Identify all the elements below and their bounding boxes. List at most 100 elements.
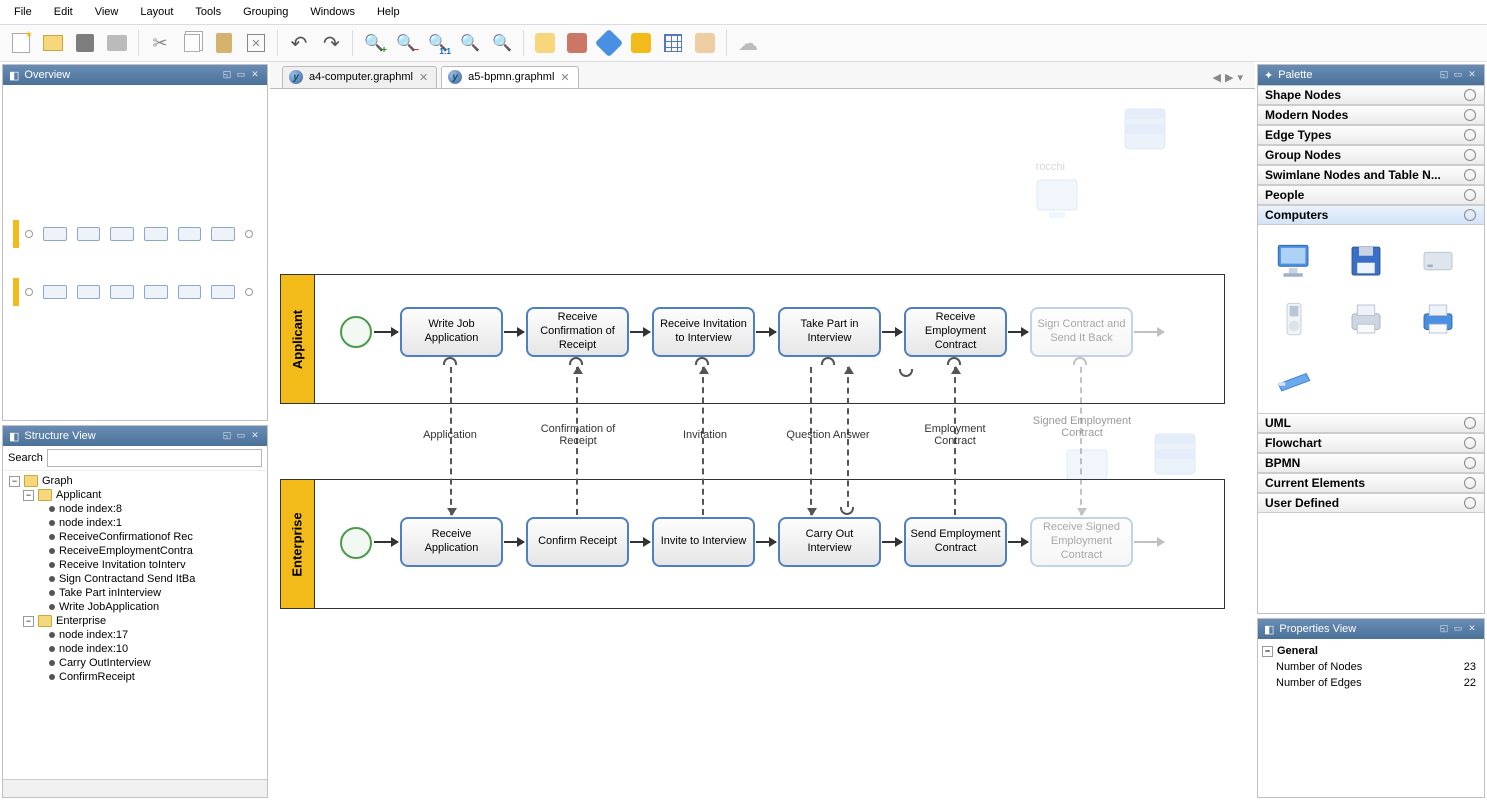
- sequence-flow[interactable]: [1008, 331, 1028, 333]
- structure-search-input[interactable]: [47, 449, 262, 467]
- selection-mode-button[interactable]: [530, 28, 560, 58]
- sequence-flow[interactable]: [756, 331, 776, 333]
- edit-mode-button[interactable]: [562, 28, 592, 58]
- tree-group-enterprise[interactable]: −Enterprise: [19, 614, 265, 628]
- palette-group-current-elements[interactable]: Current Elements: [1258, 473, 1484, 493]
- menu-edit[interactable]: Edit: [44, 2, 83, 22]
- palette-item-floppy[interactable]: [1340, 237, 1392, 285]
- panel-close-button[interactable]: ✕: [1466, 623, 1478, 635]
- structure-header[interactable]: ◧ Structure View ◱ ▭ ✕: [3, 426, 267, 446]
- diagram-canvas[interactable]: rocchi klotz schnucki Applicant Write Jo…: [270, 89, 1255, 800]
- tab-next-button[interactable]: ▶: [1225, 71, 1233, 84]
- panel-float-button[interactable]: ◱: [1438, 623, 1450, 635]
- sequence-flow[interactable]: [1134, 541, 1164, 543]
- palette-item-ipod[interactable]: [1268, 295, 1320, 343]
- palette-group-shape-nodes[interactable]: Shape Nodes: [1258, 85, 1484, 105]
- navigation-button[interactable]: [594, 28, 624, 58]
- intermediate-event-icon[interactable]: [569, 357, 583, 365]
- sequence-flow[interactable]: [1008, 541, 1028, 543]
- save-button[interactable]: [70, 28, 100, 58]
- intermediate-event-icon[interactable]: [695, 357, 709, 365]
- task-receive-invitation-interview[interactable]: Receive Invitation to Interview: [652, 307, 755, 357]
- palette-item-printer-gray[interactable]: [1340, 295, 1392, 343]
- start-event-enterprise[interactable]: [340, 527, 372, 559]
- palette-group-modern-nodes[interactable]: Modern Nodes: [1258, 105, 1484, 125]
- task-carry-out-interview[interactable]: Carry Out Interview: [778, 517, 881, 567]
- tree-node[interactable]: Sign Contractand Send ItBa: [45, 572, 265, 586]
- palette-group-bpmn[interactable]: BPMN: [1258, 453, 1484, 473]
- task-receive-signed-contract[interactable]: Receive Signed Employment Contract: [1030, 517, 1133, 567]
- panel-float-button[interactable]: ◱: [221, 69, 233, 81]
- palette-item-printer-color[interactable]: [1412, 295, 1464, 343]
- paste-button[interactable]: [209, 28, 239, 58]
- intermediate-event-icon[interactable]: [1073, 357, 1087, 365]
- sequence-flow[interactable]: [756, 541, 776, 543]
- panel-close-button[interactable]: ✕: [249, 430, 261, 442]
- intermediate-event-icon[interactable]: [947, 357, 961, 365]
- tab-a5-bpmn[interactable]: y a5-bpmn.graphml ✕: [441, 66, 578, 88]
- task-take-part-interview[interactable]: Take Part in Interview: [778, 307, 881, 357]
- overview-body[interactable]: [3, 85, 267, 420]
- panel-min-button[interactable]: ▭: [235, 430, 247, 442]
- message-flow[interactable]: [810, 367, 812, 515]
- sequence-flow[interactable]: [630, 331, 650, 333]
- sequence-flow[interactable]: [882, 331, 902, 333]
- open-button[interactable]: [38, 28, 68, 58]
- overview-header[interactable]: ◧ Overview ◱ ▭ ✕: [3, 65, 267, 85]
- grid-button[interactable]: [658, 28, 688, 58]
- palette-group-flowchart[interactable]: Flowchart: [1258, 433, 1484, 453]
- properties-section-general[interactable]: −General: [1262, 643, 1480, 659]
- tree-node[interactable]: ReceiveEmploymentContra: [45, 544, 265, 558]
- export-button[interactable]: [102, 28, 132, 58]
- tab-close-button[interactable]: ✕: [560, 71, 569, 84]
- palette-group-computers[interactable]: Computers: [1258, 205, 1484, 225]
- palette-item-harddrive[interactable]: [1412, 237, 1464, 285]
- menu-windows[interactable]: Windows: [300, 2, 365, 22]
- menu-layout[interactable]: Layout: [130, 2, 183, 22]
- message-flow[interactable]: [702, 367, 704, 515]
- structure-tree[interactable]: −Graph −Applicant node index:8 node inde…: [3, 471, 267, 779]
- sequence-flow[interactable]: [1134, 331, 1164, 333]
- palette-group-group-nodes[interactable]: Group Nodes: [1258, 145, 1484, 165]
- label-align-button[interactable]: [690, 28, 720, 58]
- tree-node[interactable]: node index:17: [45, 628, 265, 642]
- structure-scrollbar[interactable]: [3, 779, 267, 797]
- palette-group-user-defined[interactable]: User Defined: [1258, 493, 1484, 513]
- sequence-flow[interactable]: [374, 541, 398, 543]
- palette-header[interactable]: ✦ Palette ◱ ▭ ✕: [1258, 65, 1484, 85]
- tree-root[interactable]: −Graph: [5, 474, 265, 488]
- zoom-fit-button[interactable]: 🔍: [487, 28, 517, 58]
- task-receive-application[interactable]: Receive Application: [400, 517, 503, 567]
- menu-tools[interactable]: Tools: [185, 2, 231, 22]
- task-sign-contract-send-back[interactable]: Sign Contract and Send It Back: [1030, 307, 1133, 357]
- tree-node[interactable]: Receive Invitation toInterv: [45, 558, 265, 572]
- tree-node[interactable]: node index:1: [45, 516, 265, 530]
- zoom-in-button[interactable]: 🔍+: [359, 28, 389, 58]
- tree-node[interactable]: ConfirmReceipt: [45, 670, 265, 684]
- zoom-1to1-button[interactable]: 🔍1:1: [423, 28, 453, 58]
- tree-node[interactable]: Write JobApplication: [45, 600, 265, 614]
- tree-group-applicant[interactable]: −Applicant: [19, 488, 265, 502]
- sequence-flow[interactable]: [504, 541, 524, 543]
- undo-button[interactable]: ↶: [284, 28, 314, 58]
- sequence-flow[interactable]: [374, 331, 398, 333]
- tree-node[interactable]: ReceiveConfirmationof Rec: [45, 530, 265, 544]
- panel-close-button[interactable]: ✕: [249, 69, 261, 81]
- tab-close-button[interactable]: ✕: [419, 71, 428, 84]
- tab-a4-computer[interactable]: y a4-computer.graphml ✕: [282, 66, 437, 88]
- sequence-flow[interactable]: [504, 331, 524, 333]
- task-receive-confirmation-receipt[interactable]: Receive Confirmation of Receipt: [526, 307, 629, 357]
- panel-min-button[interactable]: ▭: [1452, 69, 1464, 81]
- tree-node[interactable]: Carry OutInterview: [45, 656, 265, 670]
- palette-group-edge-types[interactable]: Edge Types: [1258, 125, 1484, 145]
- properties-header[interactable]: ◧ Properties View ◱ ▭ ✕: [1258, 619, 1484, 639]
- palette-group-uml[interactable]: UML: [1258, 413, 1484, 433]
- palette-item-scanner[interactable]: [1268, 353, 1320, 401]
- message-flow[interactable]: [450, 367, 452, 515]
- palette-group-people[interactable]: People: [1258, 185, 1484, 205]
- new-file-button[interactable]: [6, 28, 36, 58]
- menu-help[interactable]: Help: [367, 2, 410, 22]
- task-write-job-application[interactable]: Write Job Application: [400, 307, 503, 357]
- menu-file[interactable]: File: [4, 2, 42, 22]
- panel-float-button[interactable]: ◱: [221, 430, 233, 442]
